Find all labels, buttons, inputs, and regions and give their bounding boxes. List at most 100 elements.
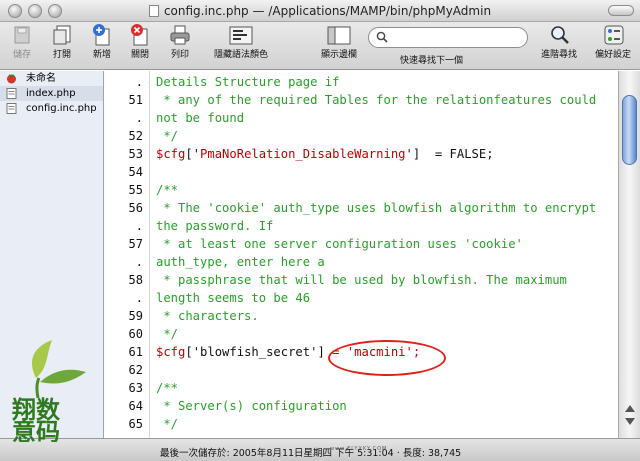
window-file: config.inc.php — [163, 4, 249, 18]
document-icon — [148, 5, 159, 17]
line-number: . — [135, 219, 143, 233]
php-file-icon — [6, 103, 17, 114]
code-line: * characters. — [156, 309, 259, 323]
file-item-untitled[interactable]: 未命名 — [0, 71, 103, 86]
line-number: 52 — [128, 129, 143, 143]
syntax-colors-icon — [228, 24, 254, 46]
code-editor[interactable]: $cfg['blowfish_secret'] = 'macmini'; $cf… — [150, 71, 618, 438]
advanced-find-button[interactable]: 進階尋找 — [526, 24, 592, 60]
highlight-circle — [328, 340, 446, 376]
cfg-variable: $cfg — [156, 345, 186, 359]
code-line: /** — [156, 381, 179, 395]
line-number: 51 — [128, 93, 143, 107]
line-number: 64 — [128, 399, 143, 413]
title-separator: — — [252, 4, 265, 18]
code-line: */ — [156, 129, 179, 143]
line-number: 62 — [128, 363, 143, 377]
watermark-url: www.FLYXKY.COM — [330, 446, 388, 452]
code-line: * The 'cookie' auth_type uses blowfish a… — [156, 201, 597, 215]
save-icon — [12, 24, 32, 46]
line-number: . — [135, 255, 143, 269]
code-line: the password. If — [156, 219, 274, 233]
code-line: auth_type, enter here a — [156, 255, 325, 269]
open-button[interactable]: 打開 — [44, 24, 80, 60]
scroll-down-arrow-icon[interactable] — [625, 418, 635, 425]
line-number: . — [135, 75, 143, 89]
status-text: 最後一次儲存於: 2005年8月11日星期四 下午 5:31:04 · 長度: … — [160, 448, 462, 459]
print-button[interactable]: 列印 — [162, 24, 198, 60]
save-label: 儲存 — [12, 50, 31, 60]
cfg-variable: $cfg — [156, 147, 186, 161]
line-number: 56 — [128, 201, 143, 215]
preferences-button[interactable]: 偏好設定 — [588, 24, 638, 60]
open-file-icon — [52, 24, 72, 46]
new-file-icon — [92, 24, 112, 46]
svg-text:意码: 意码 — [12, 417, 60, 442]
code-line: * any of the required Tables for the rel… — [156, 93, 597, 107]
code-line: /** — [156, 183, 179, 197]
line-number: 58 — [128, 273, 143, 287]
line-number: 54 — [128, 165, 143, 179]
new-label: 新增 — [92, 50, 111, 60]
code-line: */ — [156, 417, 179, 431]
quick-find-label: 快速尋找下一個 — [400, 56, 464, 66]
close-file-icon — [130, 24, 150, 46]
line-number: 65 — [128, 417, 143, 431]
code-line: length seems to be 46 — [156, 291, 311, 305]
print-label: 列印 — [170, 50, 189, 60]
vertical-scrollbar[interactable] — [618, 71, 640, 438]
close-file-button[interactable]: 關閉 — [122, 24, 158, 60]
line-number: 59 — [128, 309, 143, 323]
php-file-icon — [6, 88, 17, 99]
watermark-logo: 翔数 意码 — [6, 338, 110, 446]
show-sidebar-label: 顯示邊欄 — [320, 50, 357, 60]
open-label: 打開 — [52, 50, 71, 60]
new-button[interactable]: 新增 — [84, 24, 120, 60]
file-item-label: 未命名 — [26, 73, 56, 84]
file-item-index[interactable]: index.php — [0, 86, 103, 101]
code-line: * Server(s) configuration — [156, 399, 347, 413]
line-number: 63 — [128, 381, 143, 395]
line-number-gutter: . 51. 52 53 54 55 56. 57. 58. 59 60 61 62 63 64 65 — [105, 71, 150, 438]
hide-syntax-colors-label: 隱藏語法顏色 — [213, 50, 268, 60]
window-title: config.inc.php — /Applications/MAMP/bin/… — [0, 4, 640, 18]
code-line: not be found — [156, 111, 245, 125]
close-file-label: 關閉 — [130, 50, 149, 60]
window-path: /Applications/MAMP/bin/phpMyAdmin — [268, 4, 492, 18]
code-line: * passphrase that will be used by blowfi… — [156, 273, 567, 287]
bracket-close: '] — [405, 147, 421, 161]
scroll-up-arrow-icon[interactable] — [625, 405, 635, 412]
line-number: 61 — [128, 345, 143, 359]
line-number: . — [135, 291, 143, 305]
code-line: * at least one server configuration uses… — [156, 237, 523, 251]
printer-icon — [170, 24, 190, 46]
code-line: */ — [156, 327, 179, 341]
scroll-thumb[interactable] — [622, 95, 637, 165]
toolbar-toggle-button[interactable] — [608, 5, 634, 16]
bracket-open: [' — [185, 345, 201, 359]
line-number: . — [135, 111, 143, 125]
config-key: PmaNoRelation_DisableWarning — [200, 147, 406, 161]
quick-find-input[interactable] — [368, 27, 528, 48]
preferences-label: 偏好設定 — [594, 50, 631, 60]
file-item-label: index.php — [26, 88, 76, 99]
hide-syntax-colors-button[interactable]: 隱藏語法顏色 — [198, 24, 284, 60]
line-number: 53 — [128, 147, 143, 161]
tomato-file-icon — [7, 74, 16, 84]
line-number: 55 — [128, 183, 143, 197]
config-key: blowfish_secret — [200, 345, 311, 359]
file-item-label: config.inc.php — [26, 103, 97, 114]
file-item-config[interactable]: config.inc.php — [0, 101, 103, 116]
preferences-icon — [603, 24, 624, 46]
advanced-find-icon — [549, 24, 569, 46]
search-icon — [376, 31, 388, 43]
save-button[interactable]: 儲存 — [4, 24, 40, 60]
advanced-find-label: 進階尋找 — [540, 50, 577, 60]
bracket-open: [' — [185, 147, 201, 161]
assignment: = FALSE; — [420, 147, 494, 161]
line-number: 60 — [128, 327, 143, 341]
bracket-close: '] — [310, 345, 325, 359]
title-bar: config.inc.php — /Applications/MAMP/bin/… — [0, 0, 640, 22]
code-line: Details Structure page if — [156, 75, 340, 89]
line-number: 57 — [128, 237, 143, 251]
